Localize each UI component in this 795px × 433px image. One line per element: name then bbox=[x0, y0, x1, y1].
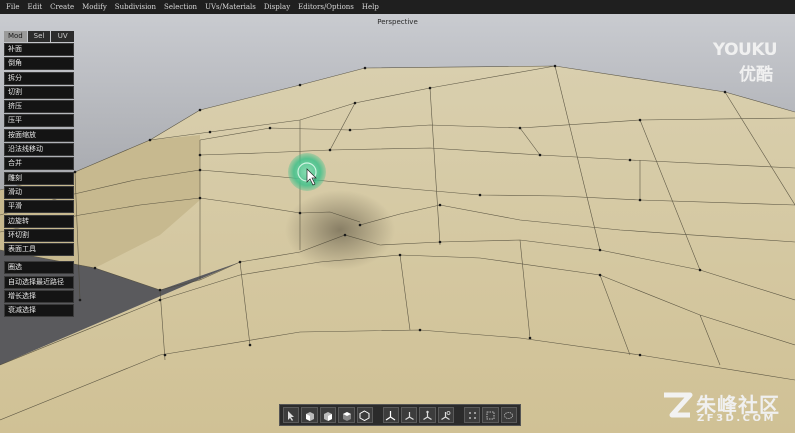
tool-flatten[interactable]: 压平 bbox=[4, 114, 74, 128]
tool-merge[interactable]: 合并 bbox=[4, 157, 74, 171]
view-top-button[interactable] bbox=[338, 407, 355, 423]
tool-shrink-selection[interactable]: 衰减选择 bbox=[4, 304, 74, 318]
tool-move-along-normal[interactable]: 沿法线移动 bbox=[4, 143, 74, 157]
tool-surface-tools[interactable]: 表面工具 bbox=[4, 243, 74, 257]
tool-auto-select-path[interactable]: 自动选择最近路径 bbox=[4, 275, 74, 289]
vertex-mode-icon bbox=[468, 411, 476, 419]
tool-palette: Mod Sel UV 补面 倒角 拆分 切割 挤压 压平 按面缩放 沿法线移动 … bbox=[4, 31, 75, 319]
menu-subdivision[interactable]: Subdivision bbox=[115, 3, 156, 11]
axis-move-icon bbox=[385, 410, 396, 420]
transform-universal-button[interactable] bbox=[437, 407, 455, 423]
tool-cut[interactable]: 切割 bbox=[4, 85, 74, 99]
tool-scale-by-face[interactable]: 按面缩放 bbox=[4, 128, 74, 142]
edge-mode-icon bbox=[486, 411, 495, 419]
view-side-button[interactable] bbox=[319, 407, 337, 423]
menu-selection[interactable]: Selection bbox=[164, 3, 197, 11]
menu-modify[interactable]: Modify bbox=[82, 3, 107, 11]
tool-grow-selection[interactable]: 增长选择 bbox=[4, 290, 74, 304]
tool-split[interactable]: 拆分 bbox=[4, 71, 74, 85]
bottom-toolbar bbox=[279, 404, 521, 426]
tool-slide[interactable]: 滑动 bbox=[4, 185, 74, 199]
menu-file[interactable]: File bbox=[6, 3, 19, 11]
axis-universal-icon bbox=[441, 410, 451, 420]
view-front-button[interactable] bbox=[301, 407, 318, 423]
menu-bar: File Edit Create Modify Subdivision Sele… bbox=[0, 0, 795, 14]
select-tool-button[interactable] bbox=[283, 407, 300, 423]
sculpt-brush-cursor bbox=[288, 153, 326, 191]
tool-smooth[interactable]: 平滑 bbox=[4, 200, 74, 214]
axis-rotate-icon bbox=[404, 411, 414, 420]
select-face-button[interactable] bbox=[500, 407, 517, 423]
menu-edit[interactable]: Edit bbox=[27, 3, 42, 11]
tool-extrude[interactable]: 挤压 bbox=[4, 100, 74, 114]
face-mode-icon bbox=[504, 411, 514, 419]
axis-scale-icon bbox=[423, 410, 432, 420]
tool-bevel[interactable]: 倒角 bbox=[4, 57, 74, 71]
menu-create[interactable]: Create bbox=[50, 3, 74, 11]
menu-help[interactable]: Help bbox=[362, 3, 379, 11]
youku-watermark-text: YOUKU bbox=[712, 40, 778, 60]
transform-scale-button[interactable] bbox=[419, 407, 436, 423]
menu-editors-options[interactable]: Editors/Options bbox=[298, 3, 354, 11]
transform-rotate-button[interactable] bbox=[401, 407, 418, 423]
hexagon-icon bbox=[359, 409, 370, 421]
zf3d-logo-icon bbox=[664, 392, 693, 418]
tab-mod[interactable]: Mod bbox=[4, 31, 27, 42]
view-perspective-button[interactable] bbox=[356, 407, 373, 423]
tab-sel[interactable]: Sel bbox=[27, 31, 51, 42]
zf3d-watermark-subtext: ZF3D.COM bbox=[697, 413, 776, 424]
tool-sculpt[interactable]: 雕刻 bbox=[4, 171, 74, 185]
perspective-viewport[interactable] bbox=[0, 14, 795, 433]
mesh-dent-shading bbox=[285, 190, 395, 270]
tool-edge-rotate[interactable]: 边旋转 bbox=[4, 214, 74, 228]
youku-watermark-subtext: 优酷 bbox=[739, 65, 773, 85]
menu-display[interactable]: Display bbox=[264, 3, 290, 11]
arrow-select-icon bbox=[287, 410, 294, 421]
transform-move-button[interactable] bbox=[382, 407, 399, 423]
viewport-label: Perspective bbox=[377, 18, 418, 26]
cube-top-icon bbox=[342, 411, 351, 421]
tool-loop-cut[interactable]: 环切割 bbox=[4, 228, 74, 242]
select-edge-button[interactable] bbox=[482, 407, 499, 423]
select-vertex-button[interactable] bbox=[463, 407, 481, 423]
tool-fill-face[interactable]: 补面 bbox=[4, 43, 74, 56]
cube-front-icon bbox=[306, 411, 315, 421]
tool-loop-select[interactable]: 圈选 bbox=[4, 261, 74, 275]
tab-uv[interactable]: UV bbox=[51, 31, 75, 42]
menu-uvs-materials[interactable]: UVs/Materials bbox=[205, 3, 256, 11]
palette-tabs: Mod Sel UV bbox=[4, 31, 75, 42]
cube-side-icon bbox=[324, 411, 333, 421]
